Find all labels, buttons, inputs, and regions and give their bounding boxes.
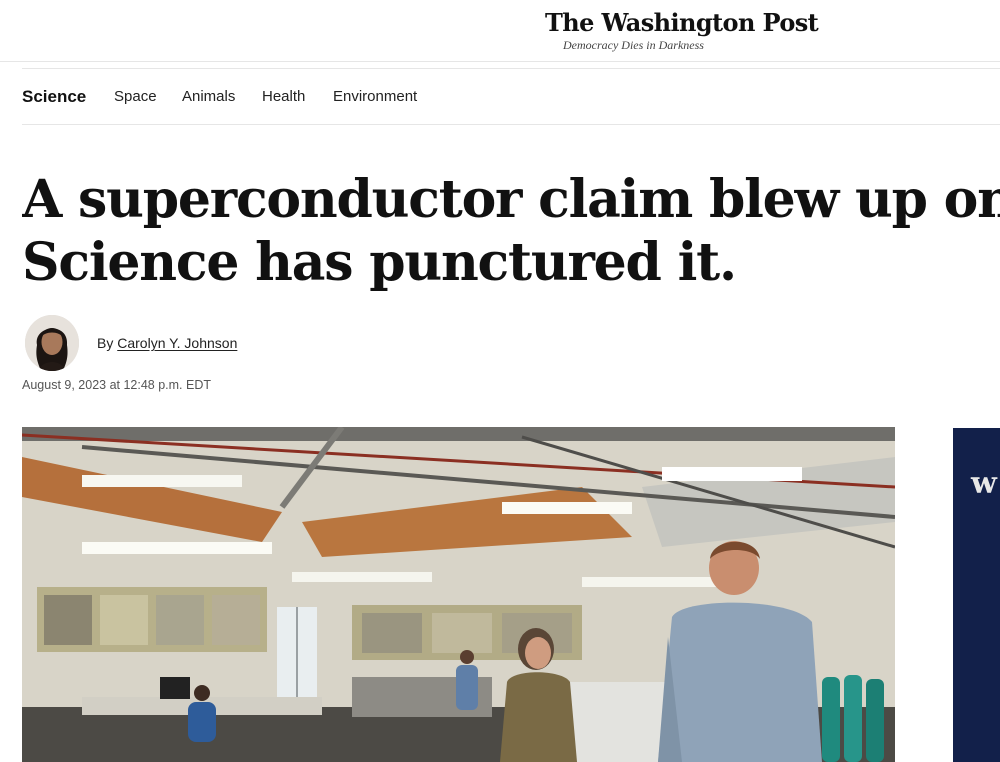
section-nav: Science Space Animals Health Environment	[22, 68, 1000, 125]
byline: By Carolyn Y. Johnson	[97, 335, 237, 351]
headline-line-2: Science has punctured it.	[22, 232, 737, 293]
article-headline: A superconductor claim blew up online. S…	[22, 168, 1000, 294]
nav-item-space[interactable]: Space	[114, 88, 157, 105]
byline-prefix: By	[97, 335, 114, 351]
lab-photo-illustration	[22, 427, 895, 762]
washington-post-logo[interactable]: The Washington Post	[545, 8, 819, 37]
masthead-tagline: Democracy Dies in Darkness	[563, 38, 704, 52]
author-avatar[interactable]	[25, 315, 79, 371]
author-portrait-icon	[25, 315, 79, 371]
nav-item-health[interactable]: Health	[262, 88, 305, 105]
nav-item-animals[interactable]: Animals	[182, 88, 235, 105]
hero-image	[22, 427, 895, 762]
headline-line-1: A superconductor claim blew up online.	[22, 169, 1000, 230]
nav-item-science[interactable]: Science	[22, 87, 86, 107]
publish-timestamp: August 9, 2023 at 12:48 p.m. EDT	[22, 378, 212, 392]
masthead: The Washington Post Democracy Dies in Da…	[0, 0, 1000, 62]
side-ad[interactable]: w	[953, 428, 1000, 762]
ad-brand-mark: w	[971, 466, 997, 501]
author-link[interactable]: Carolyn Y. Johnson	[117, 335, 237, 351]
nav-item-environment[interactable]: Environment	[333, 88, 417, 105]
